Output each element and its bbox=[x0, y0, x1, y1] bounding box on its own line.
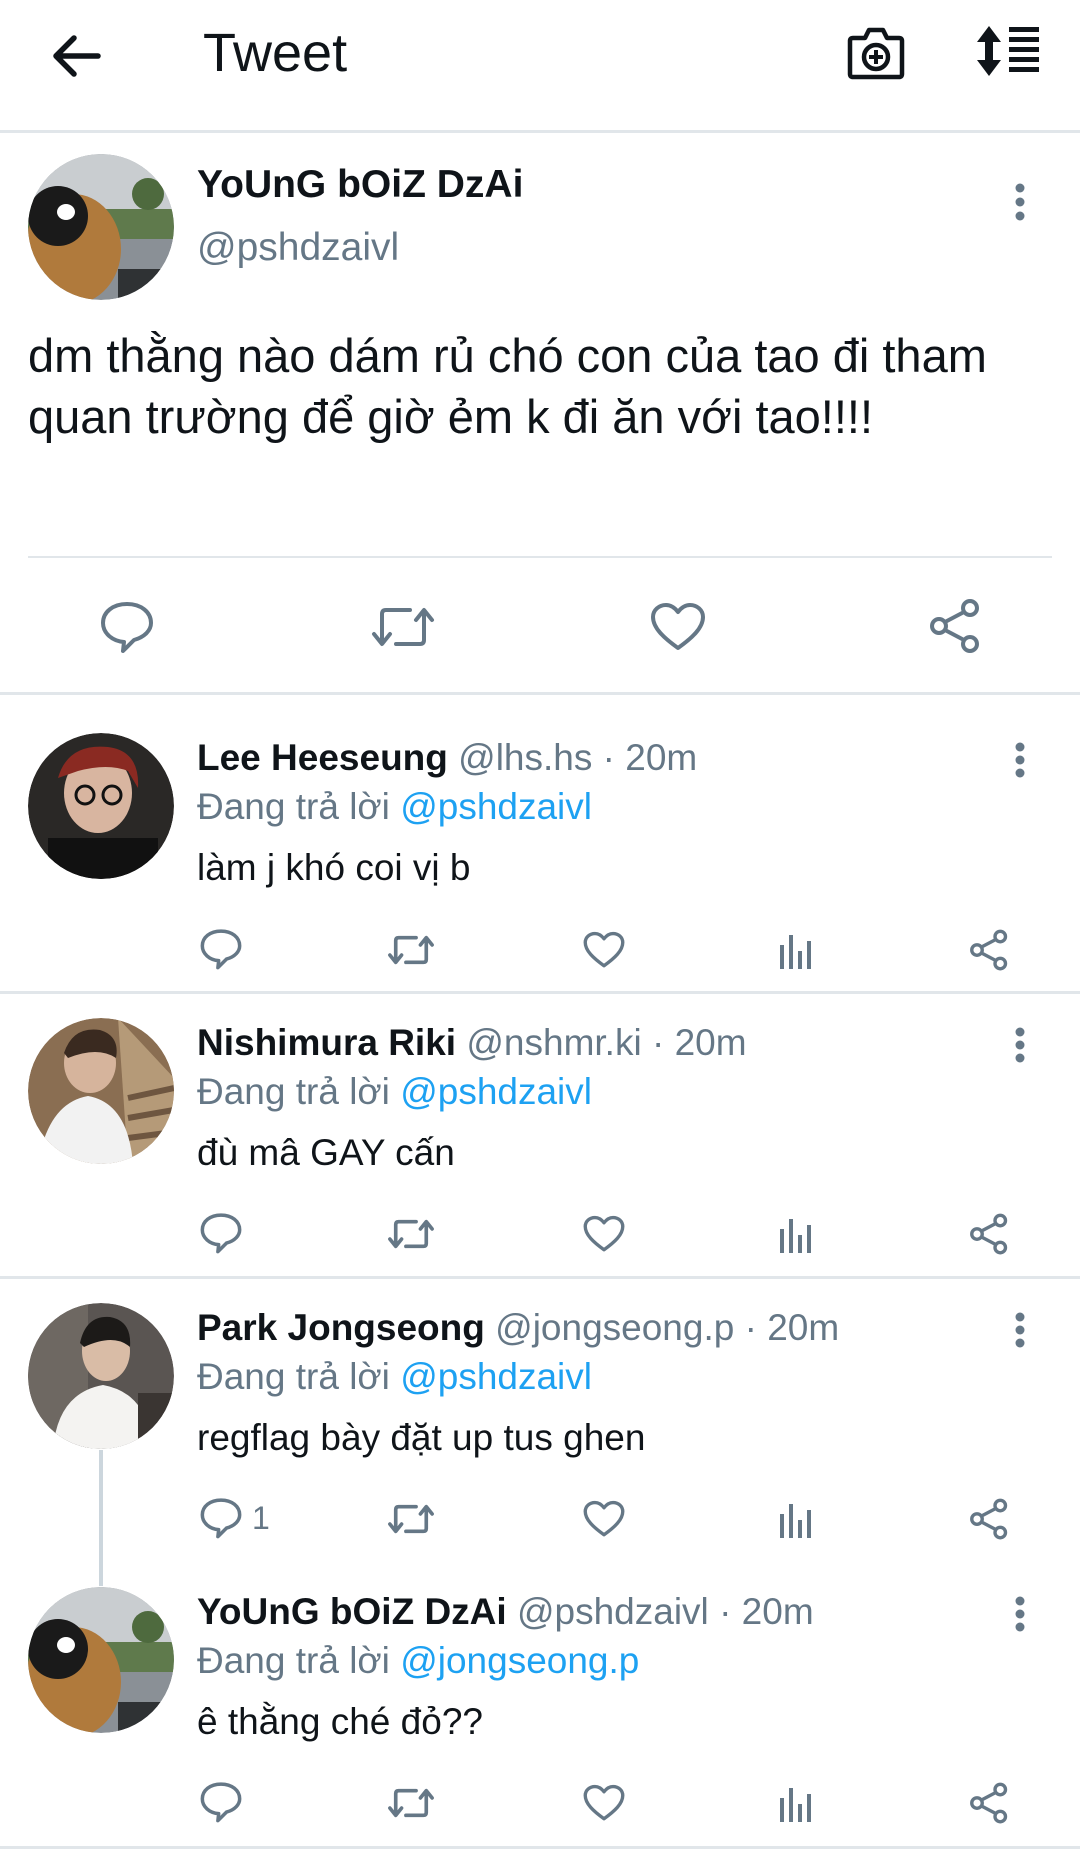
share-icon[interactable] bbox=[968, 1782, 1010, 1824]
like-heart-icon[interactable] bbox=[583, 1784, 625, 1822]
divider bbox=[0, 1846, 1080, 1849]
display-name[interactable]: Nishimura Riki bbox=[197, 1022, 456, 1063]
reply-text: ê thằng ché đỏ?? bbox=[197, 1701, 483, 1742]
analytics-icon[interactable] bbox=[778, 1215, 814, 1253]
sort-icon[interactable] bbox=[975, 24, 1041, 78]
replying-to: Đang trả lời @pshdzaivl bbox=[197, 1356, 592, 1398]
more-options-icon[interactable] bbox=[1014, 742, 1026, 778]
analytics-icon[interactable] bbox=[778, 1784, 814, 1822]
tweet-text: dm thằng nào dám rủ chó con của tao đi t… bbox=[28, 329, 987, 443]
avatar[interactable] bbox=[28, 1587, 174, 1733]
reply-icon[interactable] bbox=[200, 1497, 242, 1539]
share-icon[interactable] bbox=[968, 929, 1010, 971]
reply-icon[interactable] bbox=[200, 1781, 242, 1823]
reply-text: làm j khó coi vị b bbox=[197, 847, 471, 888]
timestamp: · 20m bbox=[602, 737, 698, 778]
reply-tweet[interactable]: Lee Heeseung @lhs.hs · 20m Đang trả lời … bbox=[0, 695, 1080, 993]
reply-header: Lee Heeseung @lhs.hs · 20m bbox=[197, 737, 697, 779]
page-title: Tweet bbox=[203, 23, 348, 83]
like-heart-icon[interactable] bbox=[650, 602, 706, 652]
timestamp: · 20m bbox=[719, 1591, 814, 1632]
reply-icon[interactable] bbox=[200, 928, 242, 970]
more-options-icon[interactable] bbox=[1014, 1596, 1026, 1632]
mention-link[interactable]: @pshdzaivl bbox=[400, 786, 592, 827]
replying-label: Đang trả lời bbox=[197, 1071, 390, 1112]
avatar[interactable] bbox=[28, 1018, 174, 1164]
retweet-icon[interactable] bbox=[370, 602, 436, 652]
mention-link[interactable]: @jongseong.p bbox=[400, 1640, 639, 1681]
avatar[interactable] bbox=[28, 1303, 174, 1449]
replying-label: Đang trả lời bbox=[197, 1640, 390, 1681]
like-heart-icon[interactable] bbox=[583, 1500, 625, 1538]
back-arrow-icon[interactable] bbox=[50, 30, 102, 82]
share-icon[interactable] bbox=[968, 1213, 1010, 1255]
like-heart-icon[interactable] bbox=[583, 931, 625, 969]
replying-to: Đang trả lời @jongseong.p bbox=[197, 1640, 639, 1682]
handle[interactable]: @lhs.hs bbox=[458, 737, 592, 778]
reply-tweet[interactable]: YoUnG bOiZ DzAi @pshdzaivl · 20m Đang tr… bbox=[0, 1563, 1080, 1847]
more-options-icon[interactable] bbox=[1014, 1027, 1026, 1063]
replying-label: Đang trả lời bbox=[197, 786, 390, 827]
reply-header: YoUnG bOiZ DzAi @pshdzaivl · 20m bbox=[197, 1591, 814, 1633]
replying-label: Đang trả lời bbox=[197, 1356, 390, 1397]
reply-tweet[interactable]: Nishimura Riki @nshmr.ki · 20m Đang trả … bbox=[0, 994, 1080, 1278]
author-handle[interactable]: @pshdzaivl bbox=[197, 226, 399, 270]
divider bbox=[28, 556, 1052, 558]
top-app-bar: Tweet bbox=[0, 0, 1080, 133]
display-name[interactable]: Park Jongseong bbox=[197, 1307, 485, 1348]
timestamp: · 20m bbox=[651, 1022, 747, 1063]
like-heart-icon[interactable] bbox=[583, 1215, 625, 1253]
handle[interactable]: @nshmr.ki bbox=[466, 1022, 641, 1063]
timestamp: · 20m bbox=[744, 1307, 840, 1348]
analytics-icon[interactable] bbox=[778, 931, 814, 969]
replying-to: Đang trả lời @pshdzaivl bbox=[197, 1071, 592, 1113]
mention-link[interactable]: @pshdzaivl bbox=[400, 1071, 592, 1112]
author-avatar[interactable] bbox=[28, 154, 174, 300]
camera-add-icon[interactable] bbox=[847, 24, 905, 80]
retweet-icon[interactable] bbox=[387, 1500, 435, 1538]
replying-to: Đang trả lời @pshdzaivl bbox=[197, 786, 592, 828]
more-options-icon[interactable] bbox=[1014, 183, 1026, 221]
reply-text: đù mâ GAY cấn bbox=[197, 1132, 455, 1173]
display-name[interactable]: YoUnG bOiZ DzAi bbox=[197, 1591, 507, 1632]
reply-text: regflag bày đặt up tus ghen bbox=[197, 1417, 646, 1458]
reply-header: Nishimura Riki @nshmr.ki · 20m bbox=[197, 1022, 747, 1064]
share-icon[interactable] bbox=[968, 1498, 1010, 1540]
retweet-icon[interactable] bbox=[387, 1215, 435, 1253]
handle[interactable]: @jongseong.p bbox=[495, 1307, 734, 1348]
analytics-icon[interactable] bbox=[778, 1500, 814, 1538]
mention-link[interactable]: @pshdzaivl bbox=[400, 1356, 592, 1397]
reply-icon[interactable] bbox=[100, 600, 154, 654]
retweet-icon[interactable] bbox=[387, 1784, 435, 1822]
retweet-icon[interactable] bbox=[387, 931, 435, 969]
more-options-icon[interactable] bbox=[1014, 1312, 1026, 1348]
share-icon[interactable] bbox=[928, 598, 982, 654]
reply-icon[interactable] bbox=[200, 1212, 242, 1254]
handle[interactable]: @pshdzaivl bbox=[517, 1591, 709, 1632]
avatar[interactable] bbox=[28, 733, 174, 879]
reply-header: Park Jongseong @jongseong.p · 20m bbox=[197, 1307, 839, 1349]
display-name[interactable]: Lee Heeseung bbox=[197, 737, 448, 778]
author-display-name[interactable]: YoUnG bOiZ DzAi bbox=[197, 163, 523, 207]
reply-tweet[interactable]: Park Jongseong @jongseong.p · 20m Đang t… bbox=[0, 1279, 1080, 1563]
reply-count: 1 bbox=[252, 1500, 270, 1536]
